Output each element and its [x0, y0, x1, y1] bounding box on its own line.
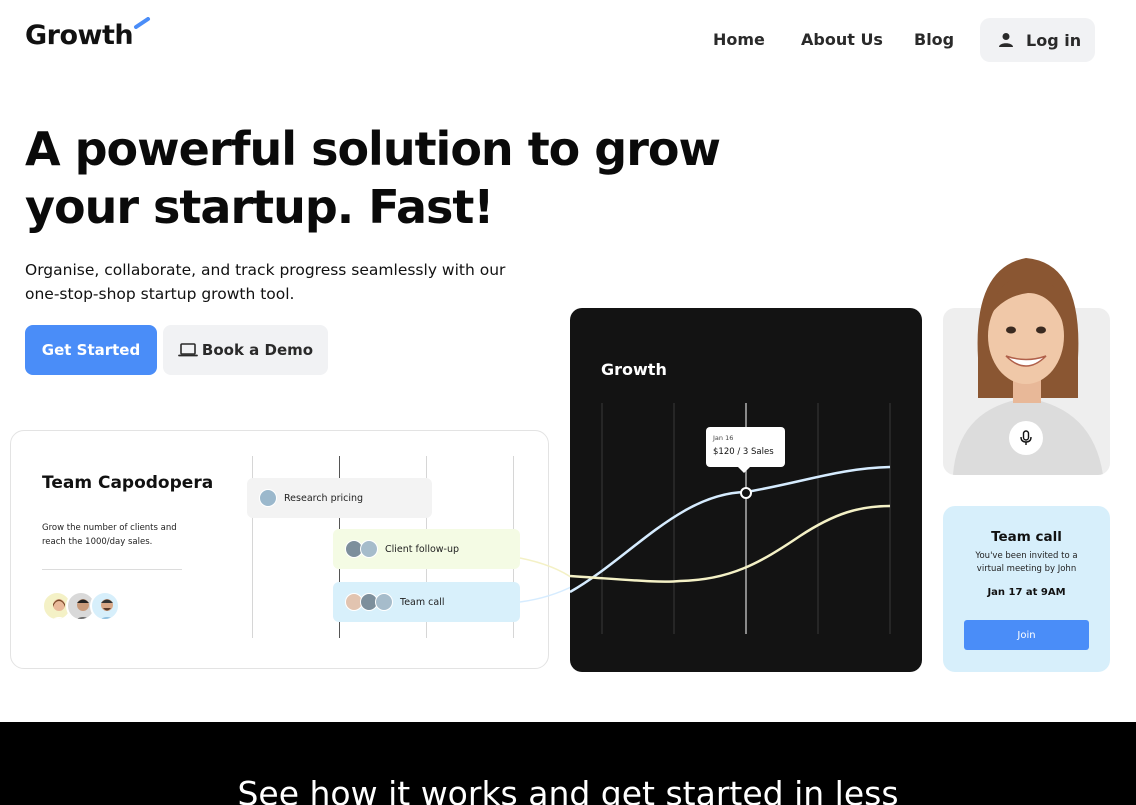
team-avatars [42, 591, 120, 621]
task-label: Client follow-up [385, 543, 460, 555]
chart-tooltip: Jan 16 $120 / 3 Sales [706, 427, 785, 473]
avatar [375, 593, 393, 611]
tooltip-value: $120 / 3 Sales [713, 447, 774, 457]
divider [42, 569, 182, 570]
mic-button[interactable] [1009, 421, 1043, 455]
get-started-button[interactable]: Get Started [25, 325, 157, 375]
book-demo-button[interactable]: Book a Demo [163, 325, 328, 375]
chart-line-yellow [570, 504, 891, 583]
call-description: You've been invited to a virtual meeting… [975, 551, 1078, 574]
hero-subtitle-line2: one-stop-shop startup growth tool. [25, 285, 295, 303]
microphone-icon [1020, 430, 1032, 445]
team-call-card: Team call You've been invited to a virtu… [943, 506, 1110, 672]
task-client-follow-up[interactable]: Client follow-up [333, 529, 520, 569]
growth-chart-card: Growth Jan 16 $120 / 3 Sales [570, 308, 922, 672]
avatar [259, 489, 277, 507]
task-research-pricing[interactable]: Research pricing [247, 478, 432, 518]
task-label: Team call [400, 596, 445, 608]
user-icon [999, 33, 1013, 47]
team-title: Team Capodopera [42, 473, 214, 493]
hero-title-line2: your startup. Fast! [25, 180, 494, 234]
team-card: Team Capodopera Grow the number of clien… [10, 430, 549, 669]
login-label: Log in [1026, 30, 1082, 50]
hero-subtitle-line1: Organise, collaborate, and track progres… [25, 261, 506, 279]
chart-marker[interactable] [740, 487, 752, 499]
avatar [90, 591, 120, 621]
logo-mark-icon [134, 17, 150, 29]
nav-about-link[interactable]: About Us [801, 30, 883, 49]
hero-title: A powerful solution to grow your startup… [25, 120, 745, 236]
logo[interactable]: Growth [25, 20, 134, 51]
task-team-call[interactable]: Team call [333, 582, 520, 622]
nav-home-link[interactable]: Home [713, 30, 765, 49]
growth-chart [570, 403, 891, 634]
hero-title-line1: A powerful solution to grow [25, 122, 721, 176]
nav-blog-link[interactable]: Blog [914, 30, 954, 49]
call-date: Jan 17 at 9AM [987, 587, 1066, 598]
team-description: Grow the number of clients and reach the… [42, 523, 177, 547]
section-heading: See how it works and get started in less [237, 774, 899, 805]
how-it-works-section: See how it works and get started in less [0, 722, 1136, 805]
book-demo-label: Book a Demo [201, 341, 314, 359]
avatar [360, 540, 378, 558]
task-label: Research pricing [284, 492, 364, 504]
hero-subtitle: Organise, collaborate, and track progres… [25, 258, 545, 306]
login-button[interactable]: Log in [980, 18, 1095, 62]
join-button[interactable]: Join [964, 620, 1089, 650]
call-title: Team call [991, 529, 1062, 545]
laptop-icon [178, 343, 198, 357]
tooltip-date: Jan 16 [713, 434, 734, 442]
